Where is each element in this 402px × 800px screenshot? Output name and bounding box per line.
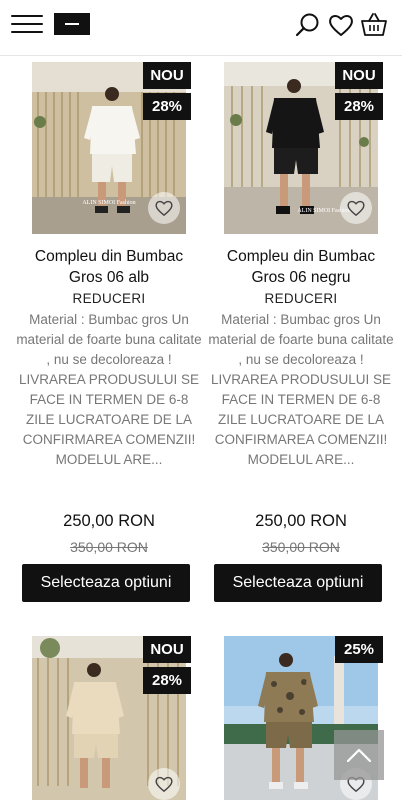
product-card[interactable]: ALIN SIMOI Fashion NOU 28% Compleu din B… xyxy=(208,60,394,620)
product-old-price: 350,00 RON xyxy=(262,539,340,555)
basket-icon[interactable] xyxy=(360,11,388,39)
menu-icon[interactable] xyxy=(11,13,43,35)
wishlist-heart-icon[interactable] xyxy=(340,192,372,224)
product-price: 250,00 RON xyxy=(63,512,155,530)
discount-badge: 28% xyxy=(143,667,191,694)
product-category[interactable]: REDUCERI xyxy=(210,291,392,306)
badge-new: NOU xyxy=(143,636,191,663)
product-card[interactable]: ALIN SIMOI Fashion NOU 28% Compleu din B… xyxy=(16,60,202,620)
product-card[interactable]: NOU 28% xyxy=(18,634,200,800)
wishlist-heart-icon[interactable] xyxy=(148,192,180,224)
discount-badge: 28% xyxy=(143,93,191,120)
scroll-to-top-button[interactable] xyxy=(334,730,384,780)
select-options-button[interactable]: Selecteaza optiuni xyxy=(22,564,190,602)
wishlist-heart-icon[interactable] xyxy=(148,768,180,800)
product-title[interactable]: Compleu din Bumbac Gros 06 negru xyxy=(210,246,392,288)
product-price: 250,00 RON xyxy=(255,512,347,530)
discount-badge: 28% xyxy=(335,93,383,120)
site-header xyxy=(0,0,402,56)
product-category[interactable]: REDUCERI xyxy=(18,291,200,306)
product-description: Material : Bumbac gros Un material de fo… xyxy=(208,312,394,467)
heart-icon[interactable] xyxy=(327,11,355,39)
chevron-up-icon xyxy=(346,748,372,763)
logo[interactable] xyxy=(54,13,90,35)
badge-new: NOU xyxy=(143,62,191,89)
discount-badge: 25% xyxy=(335,636,383,663)
watermark: ALIN SIMOI Fashion xyxy=(82,200,135,206)
product-title[interactable]: Compleu din Bumbac Gros 06 alb xyxy=(18,246,200,288)
badge-new: NOU xyxy=(335,62,383,89)
search-icon[interactable] xyxy=(294,11,322,39)
product-description: Material : Bumbac gros Un material de fo… xyxy=(16,312,202,467)
product-old-price: 350,00 RON xyxy=(70,539,148,555)
select-options-button[interactable]: Selecteaza optiuni xyxy=(214,564,382,602)
